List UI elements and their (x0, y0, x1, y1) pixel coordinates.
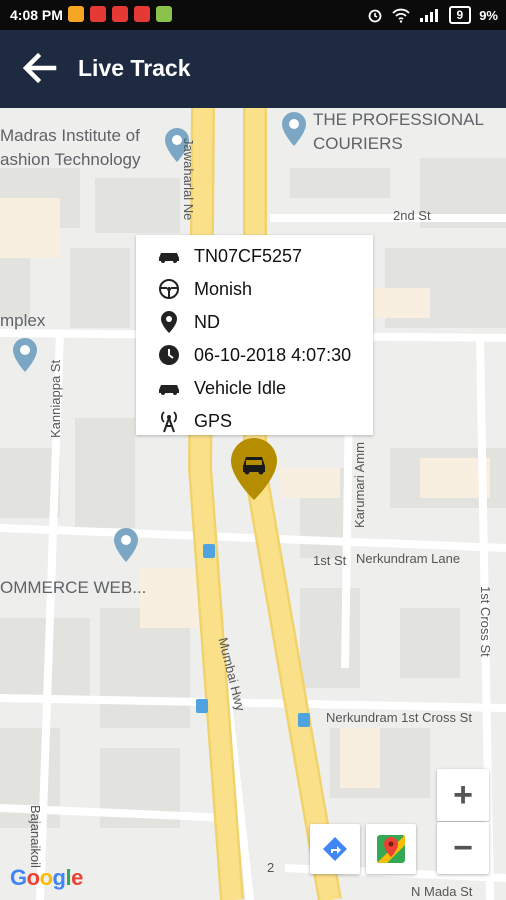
zoom-out-button[interactable]: − (437, 822, 489, 874)
location-pin-icon (161, 311, 177, 333)
datetime-text: 06-10-2018 4:07:30 (194, 344, 352, 365)
vehicle-status: Vehicle Idle (194, 377, 287, 398)
clock-icon (159, 345, 179, 365)
car-icon (159, 253, 179, 263)
map-label: Bajanaikoil (28, 805, 43, 868)
map-label: Nerkundram Lane (356, 551, 461, 566)
app-notification-icon (68, 6, 84, 22)
driver-name: Monish (194, 278, 253, 299)
zoom-in-button[interactable]: + (437, 769, 489, 821)
map-label: Karumari Amm (352, 442, 367, 528)
open-maps-button[interactable] (366, 824, 416, 874)
alarm-icon (368, 9, 381, 23)
notification-icons (68, 6, 172, 22)
steering-wheel-icon (159, 279, 179, 299)
mail-notification-icon (112, 6, 128, 22)
antenna-icon (161, 411, 177, 433)
app-bar: Live Track (0, 30, 506, 108)
map-label: N Mada St (411, 884, 473, 899)
map-view[interactable]: Madras Institute of ashion Technology TH… (0, 108, 506, 900)
map-label: 1st St (313, 553, 347, 568)
status-row: Vehicle Idle (136, 374, 286, 402)
status-right: 9 9% (367, 6, 498, 24)
driver-row: Monish (136, 275, 252, 303)
vehicle-marker-icon[interactable] (231, 438, 277, 500)
app-notification-icon (90, 6, 106, 22)
map-base (0, 108, 506, 900)
wifi-icon (391, 8, 410, 23)
map-label: OMMERCE WEB... (0, 578, 147, 597)
google-maps-icon (377, 835, 405, 863)
status-bar: 4:08 PM 9 9% (0, 0, 506, 30)
poi-pin-icon (282, 112, 306, 146)
map-label: ashion Technology (0, 150, 141, 169)
status-time: 4:08 PM (10, 7, 63, 23)
poi-pin-icon (114, 528, 138, 562)
battery-icon: 9 (448, 6, 472, 24)
directions-button[interactable] (310, 824, 360, 874)
source-row: GPS (136, 407, 232, 435)
map-label: Madras Institute of (0, 126, 140, 145)
vehicle-info-window: TN07CF5257 Monish ND 06-10-2018 4:07:30 … (136, 235, 373, 435)
data-source: GPS (194, 410, 233, 431)
map-label: THE PROFESSIONAL (313, 110, 484, 129)
vehicle-number-row: TN07CF5257 (136, 242, 302, 270)
datetime-row: 06-10-2018 4:07:30 (136, 341, 351, 369)
battery-percent: 9% (479, 7, 498, 23)
map-label: Kanniappa St (48, 359, 63, 438)
car-icon (159, 385, 179, 395)
vehicle-number: TN07CF5257 (194, 245, 303, 266)
page-title: Live Track (78, 55, 191, 81)
location-text: ND (194, 311, 220, 332)
map-label: COURIERS (313, 134, 403, 153)
map-label: 2nd St (393, 208, 431, 223)
map-label: mplex (0, 311, 46, 330)
app-notification-icon (134, 6, 150, 22)
directions-icon (323, 837, 347, 861)
map-label: Jawaharlal Ne (181, 138, 196, 221)
google-logo: Google (10, 865, 83, 890)
signal-icon (419, 9, 438, 22)
map-label: Nerkundram 1st Cross St (326, 710, 472, 725)
back-arrow-icon[interactable] (20, 50, 60, 86)
app-notification-icon (156, 6, 172, 22)
location-row: ND (136, 308, 220, 336)
map-label: 1st Cross St (478, 586, 493, 657)
poi-pin-icon (13, 338, 37, 372)
map-label: 2 (267, 860, 275, 875)
